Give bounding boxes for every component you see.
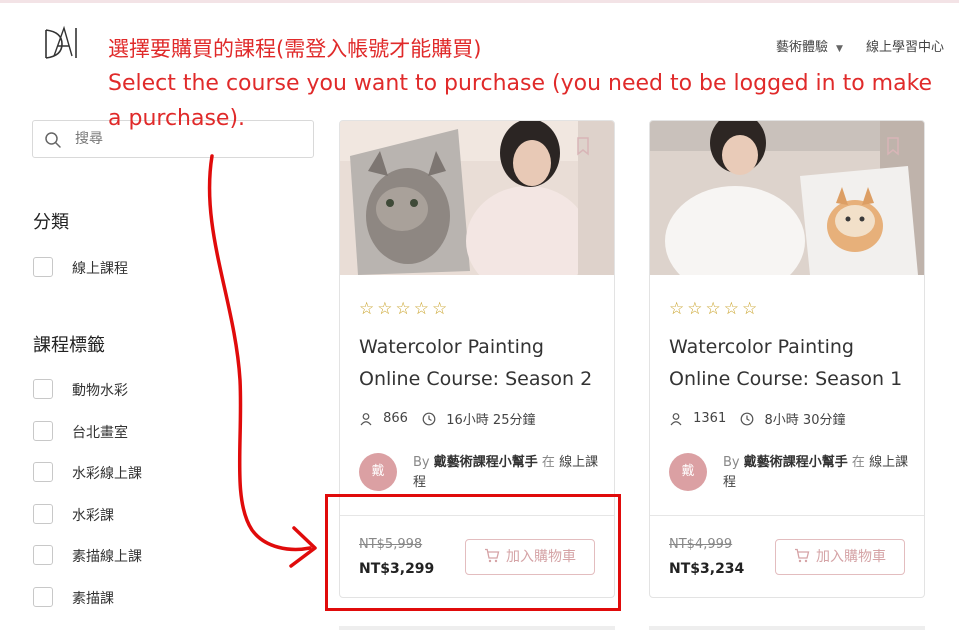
nav-art-experience[interactable]: 藝術體驗 ▼ xyxy=(776,36,843,55)
top-accent-line xyxy=(0,0,959,3)
clock-icon xyxy=(740,412,754,425)
course-title[interactable]: Watercolor Painting Online Course: Seaso… xyxy=(669,331,914,395)
search-icon xyxy=(45,132,61,148)
star-rating: ☆☆☆☆☆ xyxy=(359,299,451,319)
filter-label: 素描課 xyxy=(72,591,114,607)
in-label: 在 xyxy=(851,455,865,470)
divider xyxy=(650,515,924,516)
cart-icon xyxy=(795,548,810,563)
by-label: By xyxy=(413,455,430,470)
category-heading: 分類 xyxy=(33,212,69,233)
course-author: By 戴藝術課程小幫手 在 線上課程 xyxy=(413,453,603,493)
checkbox[interactable] xyxy=(33,421,53,441)
filter-label: 水彩線上課 xyxy=(72,466,142,482)
user-icon xyxy=(670,412,682,425)
checkbox[interactable] xyxy=(33,587,53,607)
course-duration: 8小時 30分鐘 xyxy=(764,413,846,428)
original-price: NT$4,999 xyxy=(669,537,733,552)
filter-label: 線上課程 xyxy=(72,261,128,277)
course-duration: 16小時 25分鐘 xyxy=(446,413,536,428)
nav-online-learning[interactable]: 線上學習中心 xyxy=(866,36,944,55)
clock-icon xyxy=(422,412,436,425)
author-link[interactable]: 戴藝術課程小幫手 xyxy=(434,455,538,470)
annotation-english: Select the course you want to purchase (… xyxy=(108,71,933,131)
sale-price: NT$3,234 xyxy=(669,561,745,577)
add-to-cart-button[interactable]: 加入購物車 xyxy=(775,539,905,575)
bookmark-icon[interactable] xyxy=(572,135,594,157)
avatar[interactable]: 戴 xyxy=(669,453,707,491)
course-meta: 866 16小時 25分鐘 xyxy=(359,409,536,428)
student-count: 866 xyxy=(383,411,408,426)
checkbox[interactable] xyxy=(33,504,53,524)
checkbox[interactable] xyxy=(33,257,53,277)
star-rating: ☆☆☆☆☆ xyxy=(669,299,761,319)
next-card-edge xyxy=(339,626,615,630)
brand-logo[interactable] xyxy=(40,22,82,64)
next-card-edge xyxy=(649,626,925,630)
course-author: By 戴藝術課程小幫手 在 線上課程 xyxy=(723,453,913,493)
nav-art-label: 藝術體驗 xyxy=(776,40,829,55)
filter-label: 水彩課 xyxy=(72,508,114,524)
course-meta: 1361 8小時 30分鐘 xyxy=(669,409,846,428)
chevron-down-icon: ▼ xyxy=(836,44,843,54)
cart-button-label: 加入購物車 xyxy=(816,549,886,565)
student-count: 1361 xyxy=(693,411,727,426)
annotation-highlight-box xyxy=(325,494,621,611)
course-title[interactable]: Watercolor Painting Online Course: Seaso… xyxy=(359,331,604,395)
author-link[interactable]: 戴藝術課程小幫手 xyxy=(744,455,848,470)
course-card[interactable]: ☆☆☆☆☆ Watercolor Painting Online Course:… xyxy=(649,120,925,598)
tags-heading: 課程標籤 xyxy=(33,335,105,356)
checkbox[interactable] xyxy=(33,545,53,565)
avatar[interactable]: 戴 xyxy=(359,453,397,491)
filter-label: 動物水彩 xyxy=(72,383,128,399)
annotation-chinese: 選擇要購買的課程(需登入帳號才能購買) xyxy=(108,37,482,61)
filter-label: 台北畫室 xyxy=(72,425,128,441)
checkbox[interactable] xyxy=(33,379,53,399)
by-label: By xyxy=(723,455,740,470)
checkbox[interactable] xyxy=(33,462,53,482)
bookmark-icon[interactable] xyxy=(882,135,904,157)
filter-label: 素描線上課 xyxy=(72,549,142,565)
user-icon xyxy=(360,412,372,425)
in-label: 在 xyxy=(541,455,555,470)
